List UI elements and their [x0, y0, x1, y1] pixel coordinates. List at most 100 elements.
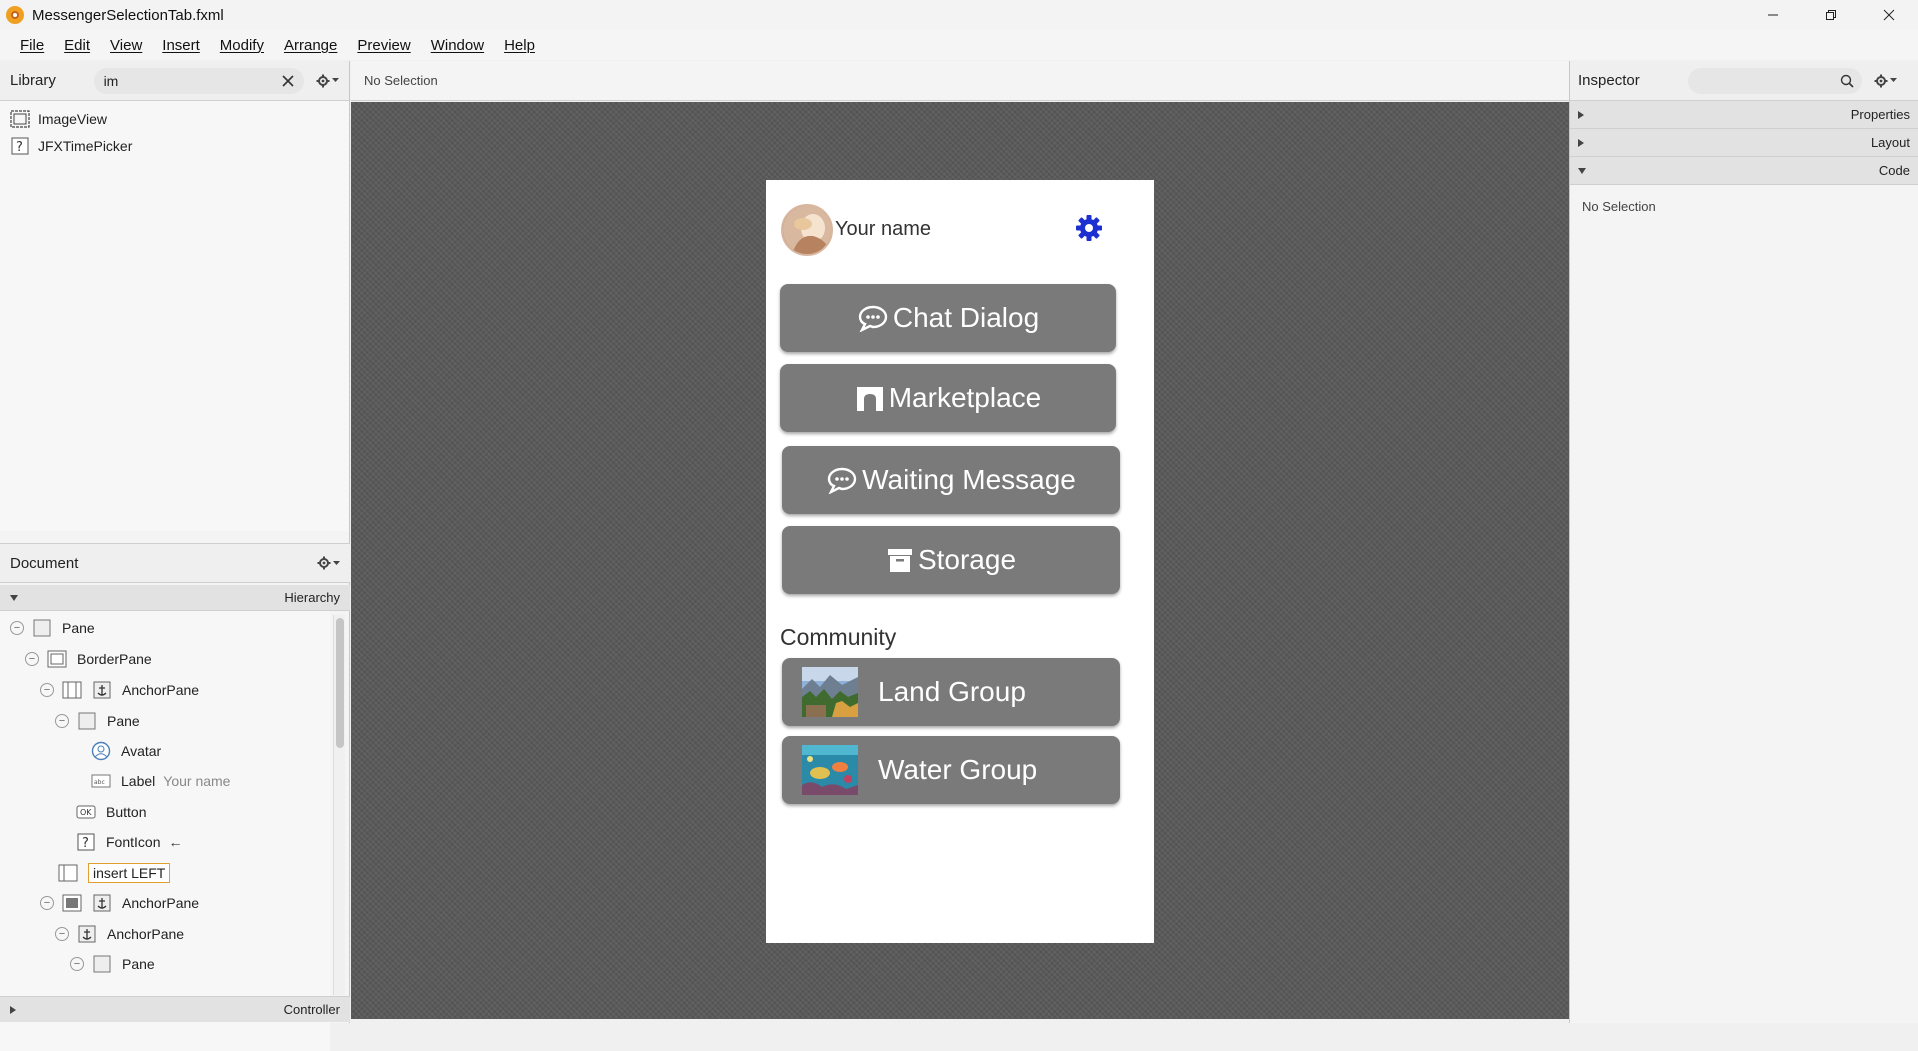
- layout-section-header[interactable]: Layout: [1570, 129, 1918, 157]
- collapse-icon[interactable]: −: [25, 652, 39, 666]
- settings-gear-icon[interactable]: [1074, 213, 1104, 243]
- triangle-right-icon: [10, 1005, 16, 1014]
- pane-icon: [77, 711, 97, 731]
- menu-insert[interactable]: Insert: [162, 37, 200, 54]
- properties-section-header[interactable]: Properties: [1570, 101, 1918, 129]
- library-item-jfxtimepicker[interactable]: ? JFXTimePicker: [0, 132, 349, 159]
- archive-icon: [886, 546, 914, 574]
- tree-row-label[interactable]: abc Label Your name: [91, 769, 230, 793]
- pane-icon: [32, 618, 52, 638]
- anchorpane-icon: [77, 924, 97, 944]
- section-label: Code: [1878, 163, 1910, 178]
- phone-preview[interactable]: Your name Chat Dialog Marketplace Waitin…: [766, 180, 1154, 943]
- triangle-right-icon: [1578, 138, 1584, 147]
- svg-text:?: ?: [16, 140, 23, 155]
- clear-search-icon[interactable]: [282, 74, 294, 87]
- library-search-value: im: [103, 72, 119, 89]
- window-title: MessengerSelectionTab.fxml: [32, 6, 224, 24]
- menu-window[interactable]: Window: [431, 37, 484, 54]
- chevron-down-icon: [1890, 78, 1897, 82]
- land-group-button[interactable]: Land Group: [782, 658, 1120, 726]
- tree-row-extra: ←: [168, 834, 183, 850]
- menu-edit[interactable]: Edit: [64, 37, 90, 54]
- storage-button[interactable]: Storage: [782, 526, 1120, 594]
- tree-row-label: Label: [121, 773, 156, 789]
- collapse-icon[interactable]: −: [40, 683, 54, 697]
- hierarchy-section-header[interactable]: Hierarchy: [0, 585, 350, 611]
- scrollbar-thumb[interactable]: [336, 618, 344, 748]
- water-thumbnail: [802, 745, 858, 795]
- tree-row-pane[interactable]: − Pane: [70, 952, 155, 976]
- avatar-icon: [91, 741, 111, 761]
- section-label: Layout: [1870, 135, 1910, 150]
- close-window-button[interactable]: [1860, 0, 1918, 30]
- tree-row-pane[interactable]: − Pane: [10, 616, 95, 640]
- design-canvas[interactable]: Your name Chat Dialog Marketplace Waitin…: [351, 102, 1569, 1019]
- chat-dialog-button[interactable]: Chat Dialog: [780, 284, 1116, 352]
- tree-row-anchorpane[interactable]: − AnchorPane: [40, 891, 199, 915]
- menu-help[interactable]: Help: [504, 37, 535, 54]
- triangle-down-icon: [1578, 167, 1586, 174]
- collapse-icon[interactable]: −: [70, 957, 84, 971]
- restore-button[interactable]: [1802, 0, 1860, 30]
- water-group-button[interactable]: Water Group: [782, 736, 1120, 804]
- collapse-icon[interactable]: −: [55, 714, 69, 728]
- tree-row-borderpane[interactable]: − BorderPane: [25, 647, 152, 671]
- menu-file[interactable]: File: [20, 37, 44, 54]
- inspector-search-input[interactable]: [1688, 67, 1862, 94]
- section-label: Properties: [1850, 107, 1910, 122]
- selection-bar: No Selection: [351, 61, 1569, 101]
- inspector-settings-button[interactable]: [1874, 74, 1897, 88]
- controller-section-header[interactable]: Controller: [0, 996, 350, 1022]
- tree-row-insert-left[interactable]: insert LEFT: [58, 861, 171, 885]
- inspector-header: Inspector: [1570, 61, 1918, 101]
- group-label: Water Group: [878, 754, 1038, 785]
- unknown-icon: ?: [76, 832, 96, 852]
- hierarchy-label: Hierarchy: [284, 590, 340, 605]
- avatar[interactable]: [781, 204, 833, 256]
- minimize-icon: [1768, 14, 1778, 16]
- collapse-icon[interactable]: −: [10, 621, 24, 635]
- document-settings-button[interactable]: [317, 556, 340, 570]
- button-label: Chat Dialog: [892, 302, 1040, 333]
- tree-row-fonticon[interactable]: ? FontIcon ←: [76, 830, 182, 854]
- inspector-no-selection: No Selection: [1582, 199, 1656, 214]
- library-search-input[interactable]: im: [93, 67, 304, 94]
- collapse-icon[interactable]: −: [55, 927, 69, 941]
- menu-arrange[interactable]: Arrange: [284, 37, 337, 54]
- tree-row-pane[interactable]: − Pane: [55, 709, 140, 733]
- code-section-header[interactable]: Code: [1570, 157, 1918, 185]
- hierarchy-scrollbar[interactable]: [333, 615, 345, 995]
- title-bar: MessengerSelectionTab.fxml: [0, 0, 1918, 30]
- tree-row-anchorpane[interactable]: − AnchorPane: [55, 922, 184, 946]
- minimize-button[interactable]: [1744, 0, 1802, 30]
- tree-row-label: FontIcon: [106, 834, 161, 850]
- marketplace-button[interactable]: Marketplace: [780, 364, 1116, 432]
- gear-icon: [316, 74, 330, 87]
- button-icon: OK: [76, 802, 96, 822]
- collapse-icon[interactable]: −: [40, 896, 54, 910]
- label-icon: abc: [91, 771, 111, 791]
- tree-row-label: BorderPane: [77, 651, 152, 667]
- library-item-imageview[interactable]: ImageView: [0, 105, 349, 132]
- menu-preview[interactable]: Preview: [357, 37, 410, 54]
- menu-view[interactable]: View: [110, 37, 142, 54]
- imageview-icon: [10, 109, 30, 128]
- waiting-message-button[interactable]: Waiting Message: [782, 446, 1120, 514]
- tree-row-label: AnchorPane: [122, 682, 200, 698]
- tree-row-label: insert LEFT: [88, 863, 171, 883]
- tree-row-button[interactable]: OK Button: [76, 800, 146, 824]
- menu-modify[interactable]: Modify: [220, 37, 264, 54]
- inspector-body: No Selection: [1570, 185, 1918, 228]
- left-panel: Library im ImageView ? JFXTimePicker Doc…: [0, 61, 350, 1051]
- gear-icon: [317, 556, 331, 570]
- library-settings-button[interactable]: [316, 74, 339, 88]
- tree-row-avatar[interactable]: Avatar: [91, 739, 161, 763]
- tree-row-anchorpane[interactable]: − AnchorPane: [40, 678, 199, 702]
- borderpane-left-icon: [62, 680, 82, 700]
- tree-row-label: AnchorPane: [122, 895, 200, 911]
- library-item-label: ImageView: [38, 110, 108, 127]
- selection-status: No Selection: [364, 73, 438, 88]
- tree-row-label: Pane: [107, 713, 140, 729]
- library-list: ImageView ? JFXTimePicker: [0, 101, 349, 531]
